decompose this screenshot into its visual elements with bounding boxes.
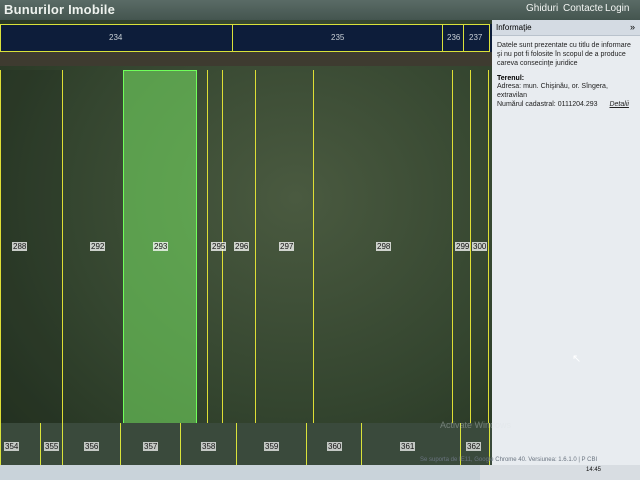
details-link[interactable]: Detalii <box>609 101 628 108</box>
parcel-label: 296 <box>234 242 250 251</box>
parcel-label: 357 <box>143 442 159 451</box>
cadastral-row: Numărul cadastral: 0111204.293 Detalii <box>492 100 640 109</box>
browser-support-text: Se suporta de IE11, Google Chrome 40. Ve… <box>420 457 598 463</box>
parcel-label: 361 <box>400 442 416 451</box>
parcel-label: 359 <box>264 442 280 451</box>
nav-contacte[interactable]: Contacte <box>563 3 603 14</box>
parcel-237[interactable]: 237 <box>463 24 490 52</box>
parcel-label: 355 <box>44 442 60 451</box>
parcel-label: 288 <box>12 242 28 251</box>
parcel-236[interactable]: 236 <box>442 24 464 52</box>
collapse-icon[interactable]: » <box>630 22 635 32</box>
taskbar-clock: 14:45 <box>586 467 602 473</box>
cadastral-map[interactable]: 234 235 236 237 288 292 293 295 296 297 … <box>0 20 492 465</box>
nav-ghiduri[interactable]: Ghiduri <box>526 3 558 14</box>
parcel-label: 292 <box>90 242 106 251</box>
parcel-label: 236 <box>447 33 461 42</box>
parcel-label: 237 <box>469 33 483 42</box>
cadastral-number: Numărul cadastral: 0111204.293 <box>497 101 598 108</box>
road-strip <box>0 52 492 66</box>
parcel-label: 362 <box>466 442 482 451</box>
parcel-label: 299 <box>455 242 471 251</box>
parcel-label: 293 <box>153 242 169 251</box>
parcel-label: 298 <box>376 242 392 251</box>
parcel-288[interactable] <box>0 70 63 425</box>
parcel-label: 300 <box>472 242 488 251</box>
info-panel: Informaţie » Datele sunt prezentate cu t… <box>492 20 640 465</box>
info-panel-title: Informaţie <box>496 23 532 32</box>
parcel-label: 234 <box>109 33 123 42</box>
parcel-235[interactable]: 235 <box>232 24 443 52</box>
nav-login[interactable]: Login <box>605 3 629 14</box>
mouse-cursor-icon: ↖ <box>572 353 582 365</box>
app-title: Bunurilor Imobile <box>4 2 116 17</box>
parcel-label: 358 <box>201 442 217 451</box>
activation-watermark: Activate Windows <box>440 420 512 430</box>
legal-notice: Datele sunt prezentate cu titlu de infor… <box>497 42 631 67</box>
parcel-label: 356 <box>84 442 100 451</box>
parcel-label: 354 <box>4 442 20 451</box>
parcel-label: 295 <box>211 242 227 251</box>
parcel-label: 360 <box>327 442 343 451</box>
info-panel-header: Informaţie » <box>492 20 640 36</box>
parcel-label: 297 <box>279 242 295 251</box>
parcel-label: 235 <box>331 33 345 42</box>
top-bar: Bunurilor Imobile Ghiduri Contacte Login <box>0 0 640 20</box>
address-text: Adresa: mun. Chişinău, or. Sîngera, extr… <box>497 83 608 99</box>
taskbar <box>480 465 640 480</box>
top-parcel-row: 234 235 236 237 <box>0 24 492 52</box>
section-title: Terenul: <box>497 75 525 82</box>
parcel-234[interactable]: 234 <box>0 24 233 52</box>
bottom-parcel-row <box>0 423 492 465</box>
